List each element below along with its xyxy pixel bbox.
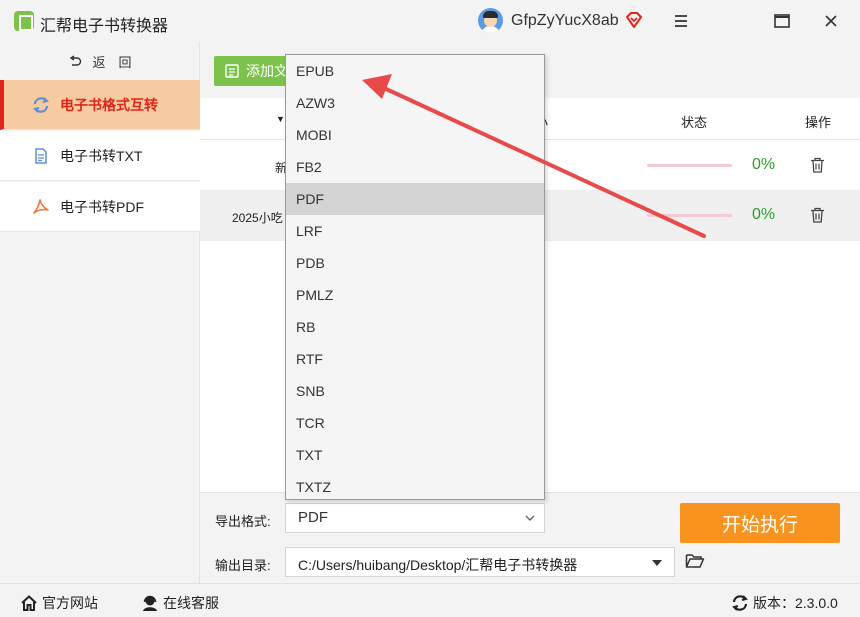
format-option-txt[interactable]: TXT [286,439,544,471]
version-info[interactable]: 版本：2.3.0.0 [731,593,838,613]
update-icon [732,595,748,611]
format-dropdown-list: EPUB AZW3 MOBI FB2 PDF LRF PDB PMLZ RB R… [285,54,545,500]
sort-indicator-icon[interactable]: ▼ [276,114,285,124]
customer-service-icon [143,595,157,611]
menu-icon[interactable] [670,10,692,32]
sidebar-item-to-pdf[interactable]: 电子书转PDF [0,182,200,232]
format-option-azw3[interactable]: AZW3 [286,87,544,119]
output-dir-select[interactable]: C:/Users/huibang/Desktop/汇帮电子书转换器 [285,547,675,577]
trash-icon[interactable] [810,157,825,173]
format-select[interactable]: PDF [285,503,545,533]
output-dir-label: 输出目录: [215,558,271,573]
format-option-txtz[interactable]: TXTZ [286,471,544,503]
online-service-link[interactable]: 在线客服 [141,593,219,613]
format-option-epub[interactable]: EPUB [286,55,544,87]
output-settings: 导出格式: PDF 输出目录: C:/Users/huibang/Desktop… [200,492,860,583]
maximize-icon[interactable] [771,10,793,32]
format-option-pdb[interactable]: PDB [286,247,544,279]
progress-bar [647,164,732,167]
column-header-status: 状态 [681,115,708,130]
format-option-snb[interactable]: SNB [286,375,544,407]
pdf-icon [33,198,49,214]
file-name: 2025小吃 [232,211,283,225]
sidebar-item-format-convert[interactable]: 电子书格式互转 [0,80,200,130]
app-title: 汇帮电子书转换器 [40,18,169,35]
back-button[interactable]: 返 回 [0,42,200,80]
add-file-label: 添加文 [246,63,288,79]
format-option-lrf[interactable]: LRF [286,215,544,247]
sidebar-item-label: 电子书转TXT [60,147,143,164]
official-site-link[interactable]: 官方网站 [20,593,98,613]
sidebar-item-to-txt[interactable]: 电子书转TXT [0,131,200,181]
format-option-rb[interactable]: RB [286,311,544,343]
version-label: 版本：2.3.0.0 [753,595,838,611]
dropdown-triangle-icon [652,560,662,566]
progress-percent: 0% [752,206,776,223]
avatar[interactable] [478,8,503,33]
format-option-fb2[interactable]: FB2 [286,151,544,183]
format-value: PDF [298,509,328,526]
format-option-rtf[interactable]: RTF [286,343,544,375]
back-arrow-icon [70,55,82,66]
progress-bar [647,214,732,217]
output-dir-value: C:/Users/huibang/Desktop/汇帮电子书转换器 [298,557,578,573]
progress-percent: 0% [752,156,776,173]
vip-diamond-icon[interactable] [624,10,644,30]
status-bar: 官方网站 在线客服 版本：2.3.0.0 [0,583,860,617]
format-label: 导出格式: [215,514,271,529]
sidebar-item-label: 电子书转PDF [60,198,144,215]
sidebar-item-label: 电子书格式互转 [60,96,158,113]
chevron-down-icon [525,515,535,521]
add-file-icon [225,64,239,78]
username[interactable]: GfpZyYucX8ab [511,12,619,30]
folder-icon[interactable] [685,552,705,570]
official-site-label: 官方网站 [42,595,98,611]
format-option-mobi[interactable]: MOBI [286,119,544,151]
format-option-pdf[interactable]: PDF [286,183,544,215]
sidebar: 返 回 电子书格式互转 电子书转TXT 电子书转PDF [0,42,200,583]
title-bar: 汇帮电子书转换器 GfpZyYucX8ab [0,0,860,42]
format-option-tcr[interactable]: TCR [286,407,544,439]
start-button[interactable]: 开始执行 [680,503,840,543]
app-logo-icon [14,11,34,31]
refresh-icon [33,96,49,113]
back-label: 返 回 [92,54,132,70]
close-icon[interactable] [820,10,842,32]
column-header-ops: 操作 [805,115,832,130]
home-icon [21,595,37,611]
format-option-pmlz[interactable]: PMLZ [286,279,544,311]
trash-icon[interactable] [810,207,825,223]
online-service-label: 在线客服 [163,595,219,611]
document-icon [35,147,47,164]
